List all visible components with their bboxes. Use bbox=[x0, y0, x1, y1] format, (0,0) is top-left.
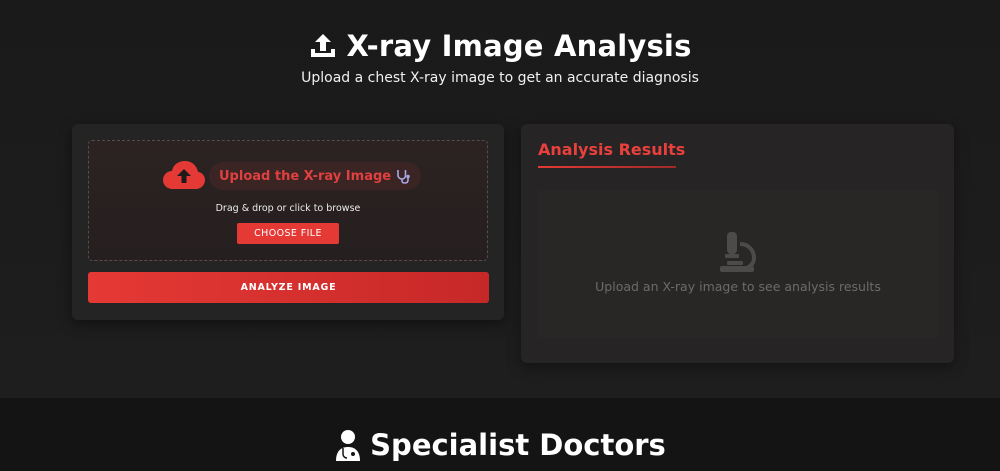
page-title: X-ray Image Analysis bbox=[346, 29, 692, 63]
cloud-upload-icon bbox=[163, 161, 205, 189]
upload-card: Upload the X-ray Image Drag & drop or cl… bbox=[72, 124, 504, 320]
choose-file-button[interactable]: CHOOSE FILE bbox=[237, 223, 339, 244]
dropzone-header: Upload the X-ray Image bbox=[161, 158, 422, 194]
results-card: Analysis Results Upload an X-ray image t… bbox=[521, 124, 954, 363]
page-header: X-ray Image Analysis Upload a chest X-ra… bbox=[0, 26, 1000, 86]
doctors-title: Specialist Doctors bbox=[370, 428, 666, 462]
results-title: Analysis Results bbox=[538, 140, 686, 159]
results-placeholder: Upload an X-ray image to see analysis re… bbox=[595, 279, 881, 294]
doctors-section: Specialist Doctors bbox=[0, 398, 1000, 471]
stethoscope-icon bbox=[397, 170, 410, 184]
results-title-underline bbox=[538, 166, 676, 168]
upload-label: Upload the X-ray Image bbox=[219, 168, 392, 184]
analyze-image-button[interactable]: ANALYZE IMAGE bbox=[88, 272, 489, 303]
page-subtitle: Upload a chest X-ray image to get an acc… bbox=[301, 70, 699, 86]
upload-label-pill: Upload the X-ray Image bbox=[209, 162, 422, 190]
microscope-icon bbox=[720, 232, 757, 272]
doctor-icon bbox=[336, 430, 361, 461]
title-row: X-ray Image Analysis bbox=[0, 26, 1000, 66]
file-dropzone[interactable]: Upload the X-ray Image Drag & drop or cl… bbox=[88, 140, 488, 261]
doctors-heading: Specialist Doctors bbox=[0, 428, 1000, 462]
dropzone-hint: Drag & drop or click to browse bbox=[215, 203, 361, 214]
upload-icon bbox=[311, 34, 336, 57]
results-area: Upload an X-ray image to see analysis re… bbox=[538, 190, 938, 338]
